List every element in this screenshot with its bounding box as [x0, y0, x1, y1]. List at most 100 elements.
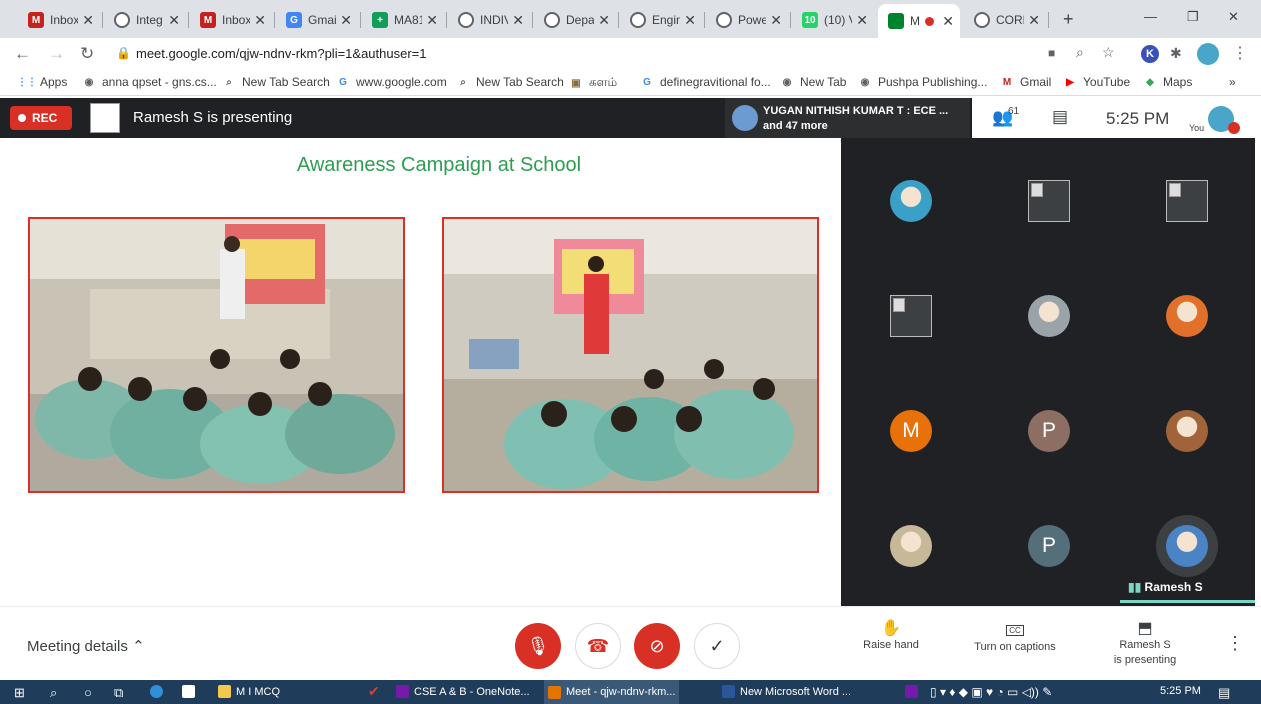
bookmark-item[interactable]: ◆ Maps — [1143, 75, 1192, 89]
browser-tab[interactable]: M ✕ — [878, 4, 960, 38]
camera-off-button[interactable]: ⊘ — [634, 623, 680, 669]
presenting-button[interactable]: ⬒ Ramesh S is presenting — [1108, 621, 1182, 668]
participant-tile[interactable] — [1166, 525, 1208, 567]
participant-tile[interactable] — [1166, 410, 1208, 452]
camera-icon[interactable]: ■ — [1048, 46, 1055, 60]
close-tab-icon[interactable]: ✕ — [770, 12, 782, 29]
taskbar-app[interactable]: CSE A & B - OneNote... — [396, 685, 530, 698]
bookmark-item[interactable]: ◉ New Tab — [780, 75, 847, 89]
bookmark-item[interactable]: Gwww.google.com — [336, 75, 447, 89]
bookmark-item[interactable]: ⌕ New Tab Search — [456, 75, 564, 89]
store-icon[interactable] — [182, 685, 200, 698]
participant-tile[interactable] — [890, 295, 932, 337]
bookmark-item[interactable]: ⋮⋮ Apps — [17, 75, 67, 89]
apps-icon: ⋮⋮ — [17, 76, 37, 88]
participant-tile[interactable] — [1028, 295, 1070, 337]
participant-photo-avatar — [890, 525, 932, 567]
browser-tab[interactable]: Engin ✕ — [620, 6, 702, 34]
extensions-puzzle-icon[interactable]: ✱ — [1170, 45, 1182, 62]
browser-menu-icon[interactable]: ⋮ — [1232, 43, 1248, 63]
close-tab-icon[interactable]: ✕ — [856, 12, 868, 29]
close-tab-icon[interactable]: ✕ — [340, 12, 352, 29]
taskbar-app-label: New Microsoft Word ... — [740, 685, 852, 698]
zoom-icon[interactable]: ⌕ — [1076, 44, 1084, 61]
close-tab-icon[interactable]: ✕ — [942, 13, 954, 30]
bookmarks-overflow-button[interactable]: » — [1229, 75, 1236, 89]
checkmark-button[interactable]: ✓ — [694, 623, 740, 669]
taskbar-app[interactable]: New Microsoft Word ... — [722, 685, 851, 698]
app-icon — [548, 685, 561, 699]
close-tab-icon[interactable]: ✕ — [254, 12, 266, 29]
browser-tab[interactable]: 10 (10) V ✕ — [792, 6, 874, 34]
tray-onenote-icon[interactable] — [905, 685, 923, 698]
participant-tile[interactable] — [1028, 180, 1070, 222]
taskbar-app[interactable]: M I MCQ — [218, 685, 280, 698]
microphone-off-button[interactable]: 🎙 — [515, 623, 561, 669]
url-text[interactable]: meet.google.com/qjw-ndnv-rkm?pli=1&authu… — [136, 46, 427, 61]
extension-k-icon[interactable]: K — [1141, 45, 1159, 63]
bookmark-item[interactable]: Gdefinegravitional fo... — [640, 75, 771, 89]
close-tab-icon[interactable]: ✕ — [82, 12, 94, 29]
close-tab-icon[interactable]: ✕ — [684, 12, 696, 29]
close-tab-icon[interactable]: ✕ — [598, 12, 610, 29]
browser-tab[interactable]: CORR ✕ — [964, 6, 1046, 34]
close-window-icon[interactable]: ✕ — [1228, 9, 1239, 25]
browser-tab[interactable]: Powe ✕ — [706, 6, 788, 34]
leave-call-button[interactable]: ☎ — [575, 623, 621, 669]
red-check-icon[interactable]: ✔ — [368, 683, 380, 700]
notification-center-icon[interactable]: ▤ — [1218, 685, 1230, 701]
new-tab-button[interactable]: + — [1063, 9, 1074, 30]
maximize-icon[interactable]: ❐ — [1187, 9, 1199, 25]
tray-icons[interactable]: ▯ ▾ ♦ ◆ ▣ ♥ ◔ ▭ ◁)) ✎ — [930, 685, 1052, 699]
back-icon[interactable]: ← — [14, 44, 31, 64]
presenting-line2: is presenting — [1113, 654, 1177, 666]
bookmark-item[interactable]: ◉ anna qpset - gns.cs... — [82, 75, 217, 89]
cortana-icon[interactable]: ○ — [84, 685, 92, 700]
windows-start-icon[interactable]: ⊞ — [14, 685, 25, 701]
tab-title: Depa — [566, 13, 595, 27]
star-icon[interactable]: ☆ — [1102, 44, 1115, 61]
participant-count: 61 — [1008, 106, 1020, 117]
browser-tab[interactable]: M Inbox ✕ — [190, 6, 272, 34]
recording-indicator[interactable]: REC — [10, 106, 72, 130]
close-tab-icon[interactable]: ✕ — [426, 12, 438, 29]
task-view-icon[interactable]: ⧉ — [114, 685, 123, 701]
participant-tile[interactable] — [1166, 295, 1208, 337]
forward-icon[interactable]: → — [48, 44, 65, 64]
taskbar-app[interactable]: Meet - qjw-ndnv-rkm... — [544, 680, 680, 704]
browser-tab[interactable]: G Gmail ✕ — [276, 6, 358, 34]
globe-icon: ◉ — [860, 76, 870, 88]
omnibox[interactable]: 🔒 meet.google.com/qjw-ndnv-rkm?pli=1&aut… — [110, 41, 1250, 67]
participant-tile[interactable] — [890, 180, 932, 222]
join-notification[interactable]: YUGAN NITHISH KUMAR T : ECE ... and 47 m… — [725, 98, 970, 138]
notification-avatar — [732, 105, 758, 131]
browser-tab[interactable]: INDIV ✕ — [448, 6, 530, 34]
bookmark-item[interactable]: ◉ Pushpa Publishing... — [858, 75, 988, 89]
meeting-details-button[interactable]: Meeting details ⌃ — [27, 637, 145, 655]
close-tab-icon[interactable]: ✕ — [1028, 12, 1040, 29]
browser-tab[interactable]: Depa ✕ — [534, 6, 616, 34]
close-tab-icon[interactable]: ✕ — [168, 12, 180, 29]
chat-icon[interactable]: ▤ — [1052, 107, 1068, 127]
minimize-icon[interactable]: — — [1144, 9, 1157, 24]
raise-hand-button[interactable]: ✋ Raise hand — [858, 621, 924, 653]
profile-avatar[interactable] — [1197, 43, 1219, 65]
browser-tab[interactable]: + MA81 ✕ — [362, 6, 444, 34]
participant-tile[interactable] — [1166, 180, 1208, 222]
participant-tile[interactable] — [890, 525, 932, 567]
edge-icon[interactable] — [150, 685, 168, 698]
bookmark-item[interactable]: ▣ களம் — [569, 75, 617, 91]
reload-icon[interactable]: ↻ — [80, 44, 94, 64]
bookmark-item[interactable]: ⌕ New Tab Search — [222, 75, 330, 89]
more-options-icon[interactable]: ⋮ — [1226, 633, 1244, 654]
participant-tile[interactable]: P — [1028, 525, 1070, 567]
search-icon[interactable]: ⌕ — [50, 685, 57, 701]
close-tab-icon[interactable]: ✕ — [512, 12, 524, 29]
participant-tile[interactable]: M — [890, 410, 932, 452]
participant-tile[interactable]: P — [1028, 410, 1070, 452]
bookmark-item[interactable]: ▶ YouTube — [1063, 75, 1130, 89]
captions-button[interactable]: CC Turn on captions — [966, 621, 1064, 655]
browser-tab[interactable]: Integ ✕ — [104, 6, 186, 34]
bookmark-item[interactable]: M Gmail — [1000, 75, 1052, 89]
browser-tab[interactable]: M Inbox ✕ — [18, 6, 100, 34]
